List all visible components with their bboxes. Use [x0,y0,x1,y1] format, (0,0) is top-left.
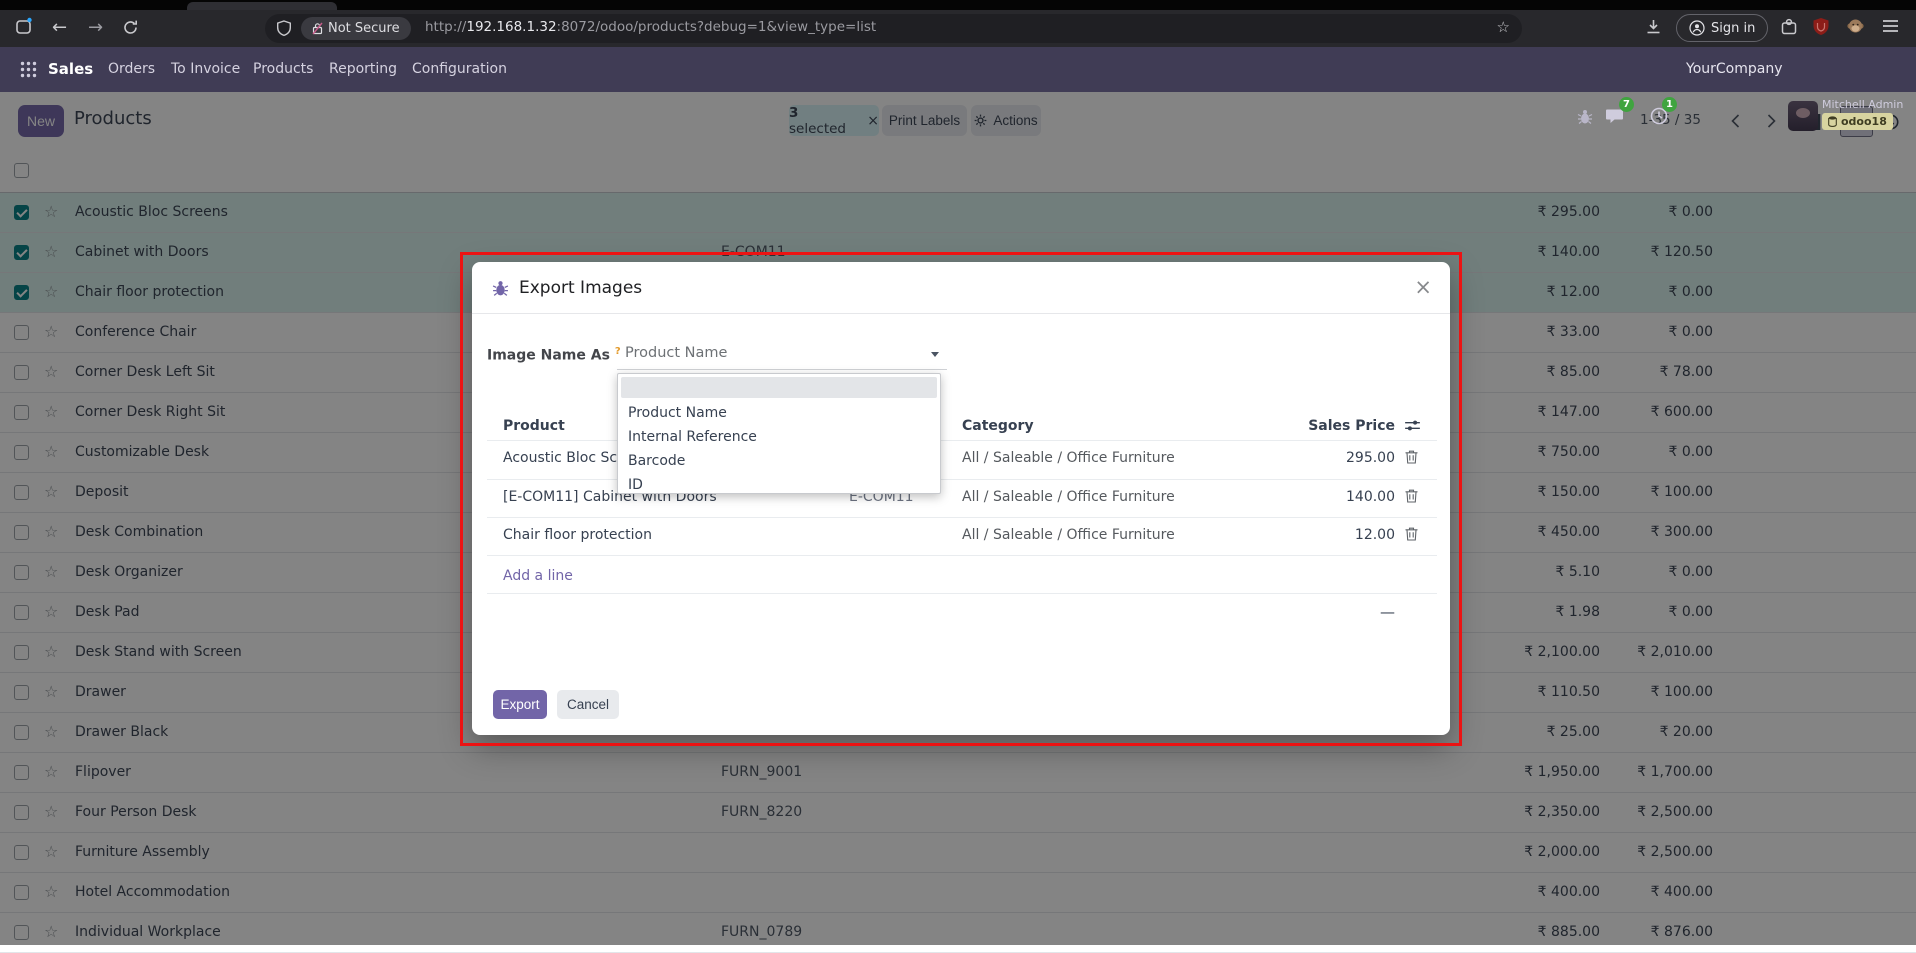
back-icon[interactable]: ← [52,18,67,38]
company-switcher[interactable]: YourCompany [1686,61,1783,77]
modal-column-sales-price[interactable]: Sales Price [1095,418,1395,434]
trash-icon[interactable] [1405,489,1418,503]
price-total-placeholder: — [1295,603,1395,621]
modal-optional-columns-icon[interactable] [1405,419,1420,432]
browser-menu-icon[interactable] [1882,19,1899,33]
database-icon [1828,116,1837,127]
dropdown-option-product-name[interactable]: Product Name [618,401,940,425]
messages-count-badge: 7 [1619,97,1634,112]
dialog-header: Export Images × [472,262,1450,314]
forward-icon[interactable]: → [88,18,103,38]
modal-price-cell: 12.00 [1245,527,1395,543]
trash-icon[interactable] [1405,527,1418,541]
modal-category-cell: All / Saleable / Office Furniture [962,450,1175,466]
chevron-down-icon [931,352,939,357]
browser-tab-strip [0,0,1916,10]
database-badge: odoo18 [1822,113,1893,130]
monkey-icon[interactable] [1846,17,1865,36]
app-name[interactable]: Sales [48,60,93,78]
bookmark-star-icon[interactable]: ☆ [1497,18,1510,36]
ublock-shield-icon[interactable] [1812,17,1830,36]
export-button[interactable]: Export [493,690,547,719]
apps-grid-icon[interactable] [20,61,37,78]
activities-count-badge: 1 [1662,97,1677,112]
trash-icon[interactable] [1405,450,1418,464]
menu-item-reporting[interactable]: Reporting [329,61,397,77]
image-name-as-select[interactable]: Product Name [617,338,947,370]
reload-icon[interactable] [122,19,139,36]
dropdown-option-barcode[interactable]: Barcode [618,449,940,473]
modal-column-product[interactable]: Product [503,418,565,434]
export-images-dialog: Export Images × Image Name As ? Product … [472,262,1450,735]
lock-slash-icon [312,22,323,35]
url-bar[interactable]: Not Secure http://192.168.1.32:8072/odoo… [265,14,1522,43]
modal-price-cell: 140.00 [1245,489,1395,505]
extension-icon[interactable] [1780,18,1798,36]
browser-toolbar: ← → Not Secure http://192.168.1.32:8072/… [0,10,1916,47]
menu-item-products[interactable]: Products [253,61,313,77]
modal-category-cell: All / Saleable / Office Furniture [962,527,1175,543]
sign-in-button[interactable]: Sign in [1676,14,1768,42]
menu-item-orders[interactable]: Orders [108,61,155,77]
dropdown-option-id[interactable]: ID [618,473,940,497]
window-tab-icon[interactable] [14,16,34,36]
url-text: http://192.168.1.32:8072/odoo/products?d… [425,19,876,35]
database-name: odoo18 [1841,115,1887,128]
add-a-line-link[interactable]: Add a line [503,568,573,584]
person-icon [1689,20,1705,36]
modal-column-category[interactable]: Category [962,418,1034,434]
security-label: Not Secure [328,21,400,36]
browser-active-tab[interactable] [187,2,337,10]
dropdown-option-internal-reference[interactable]: Internal Reference [618,425,940,449]
user-name: Mitchell Admin [1822,98,1903,111]
downloads-icon[interactable] [1645,18,1662,35]
odoo-navbar: Sales Orders To Invoice Products Reporting C… [0,47,1916,92]
menu-item-configuration[interactable]: Configuration [412,61,507,77]
browser-chrome: ← → Not Secure http://192.168.1.32:8072/… [0,0,1916,47]
bug-icon [492,279,509,297]
not-secure-badge[interactable]: Not Secure [301,17,411,40]
select-value: Product Name [625,345,727,361]
image-name-as-label: Image Name As ? [487,346,621,364]
modal-price-cell: 295.00 [1245,450,1395,466]
dropdown-option-blank[interactable] [621,377,937,398]
sign-in-label: Sign in [1711,21,1755,36]
image-name-as-dropdown: Product NameInternal ReferenceBarcodeID [617,373,941,494]
menu-item-to-invoice[interactable]: To Invoice [171,61,240,77]
user-avatar[interactable] [1788,101,1818,131]
debug-bug-icon[interactable] [1577,108,1593,125]
modal-product-cell[interactable]: Chair floor protection [503,527,652,543]
modal-category-cell: All / Saleable / Office Furniture [962,489,1175,505]
cancel-button[interactable]: Cancel [557,690,619,719]
tracking-shield-icon[interactable] [276,20,292,37]
close-icon[interactable]: × [1414,275,1432,299]
dialog-title: Export Images [519,278,642,298]
